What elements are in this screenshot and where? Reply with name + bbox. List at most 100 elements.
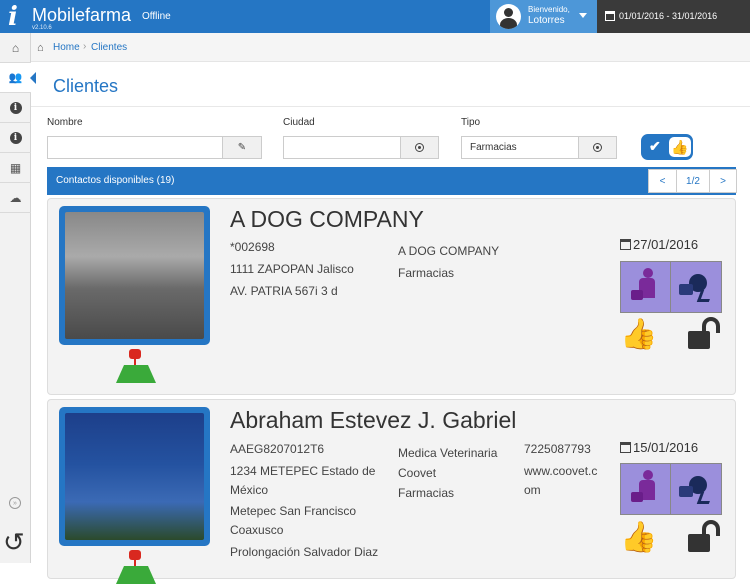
app-version: v2.10.6 [32,25,52,31]
client-business-name: A DOG COMPANY [398,244,500,258]
results-count: Contactos disponibles (19) [56,175,175,186]
client-address-3: Prolongación Salvador Diaz [230,545,379,559]
thumbs-up-icon[interactable]: 👍 [620,317,657,352]
client-website[interactable]: www.coovet.c [524,461,597,481]
tipo-select-button[interactable] [578,136,617,159]
visit-icon[interactable] [621,464,671,514]
client-address-2: Metepec San Francisco [230,504,357,518]
nombre-input[interactable] [47,136,223,159]
sidebar-item-info-2[interactable]: i [0,123,31,153]
client-date: 27/01/2016 [620,237,698,252]
sidebar-collapse-button[interactable]: » [9,497,21,509]
date-range-selector[interactable]: 01/01/2016 - 31/01/2016 [597,0,750,33]
tipo-label: Tipo [461,117,481,128]
users-icon: 👥 [8,72,23,84]
page-title: Clientes [53,76,119,96]
refresh-icon[interactable]: ↺ [3,527,25,558]
target-icon [593,143,602,152]
client-address-2: AV. PATRIA 567i 3 d [230,284,338,298]
client-address-1: 1111 ZAPOPAN Jalisco [230,262,354,276]
tipo-input[interactable]: Farmacias [461,136,579,159]
app-logo[interactable]: i Mobilefarma Offline v2.10.6 [6,2,206,32]
breadcrumb: ⌂ Home › Clientes [31,33,750,62]
thumbs-up-icon: 👍 [669,137,691,157]
sidebar-item-home[interactable]: ⌂ [0,33,31,63]
favorites-toggle[interactable]: ✔ 👍 [641,134,693,160]
top-bar: i Mobilefarma Offline v2.10.6 Bienvenido… [0,0,750,33]
client-date: 15/01/2016 [620,440,698,455]
visit-status-icons [620,261,722,313]
welcome-text: Bienvenido, [528,5,570,14]
client-phone[interactable]: 7225087793 [524,439,591,459]
ciudad-input[interactable] [283,136,401,159]
calendar-icon: ▦ [9,160,22,175]
sidebar-item-sync[interactable]: ☁ [0,183,31,213]
ciudad-select-button[interactable] [400,136,439,159]
info-icon: i [9,131,22,144]
unlock-icon[interactable] [688,520,724,556]
chevron-down-icon [579,13,587,18]
client-photo[interactable] [59,206,210,345]
client-business-name-b: Coovet [398,466,437,480]
breadcrumb-current-link[interactable]: Clientes [91,42,127,53]
client-photo-image [65,413,204,540]
visit-status-icons [620,463,722,515]
cloud-upload-icon: ☁ [9,190,22,205]
calendar-icon [620,442,631,453]
client-website-b[interactable]: om [524,480,541,500]
home-icon: ⌂ [37,42,44,54]
pager-page: 1/2 [677,170,710,192]
nombre-label: Nombre [47,117,83,128]
thumbs-up-icon[interactable]: 👍 [620,520,657,555]
username: Lotorres [528,15,565,26]
calendar-icon [605,11,615,21]
sidebar-item-info[interactable]: i [0,93,31,123]
divider [31,106,750,107]
map-pin-icon[interactable] [114,550,156,586]
home-icon: ⌂ [11,40,20,55]
client-photo-image [65,212,204,339]
client-date-text: 15/01/2016 [633,440,699,455]
sidebar-item-calendar[interactable]: ▦ [0,153,31,183]
target-icon [415,143,424,152]
client-photo[interactable] [59,407,210,546]
logo-letter: i [8,2,18,32]
sidebar: ⌂ 👥 i i ▦ ☁ » ↺ [0,33,36,563]
client-address-1: 1234 METEPEC Estado de [230,464,376,478]
breadcrumb-separator: › [83,41,87,52]
client-name: Abraham Estevez J. Gabriel [230,407,517,433]
pager-prev-button[interactable]: < [649,170,677,192]
ciudad-label: Ciudad [283,117,315,128]
client-code: *002698 [230,240,275,254]
connection-status: Offline [142,11,171,22]
info-icon: i [9,101,22,114]
nombre-edit-button[interactable]: ✎ [222,136,262,159]
client-type: Farmacias [398,486,455,500]
client-business-name: Medica Veterinaria [398,446,498,460]
app-name: Mobilefarma [32,5,132,25]
unlock-icon[interactable] [688,317,724,353]
date-range-text: 01/01/2016 - 31/01/2016 [619,11,718,21]
sidebar-item-clients[interactable]: 👥 [0,63,36,93]
check-icon: ✔ [649,138,661,154]
client-card[interactable]: Abraham Estevez J. Gabriel AAEG8207012T6… [47,399,736,584]
client-name: A DOG COMPANY [230,206,424,232]
client-type: Farmacias [398,266,455,280]
hurry-icon[interactable] [671,464,721,514]
visit-icon[interactable] [621,262,671,312]
map-pin-icon[interactable] [114,349,156,385]
edit-icon: ✎ [237,142,247,153]
active-indicator [30,72,36,84]
user-menu[interactable]: Bienvenido, Lotorres [490,0,597,33]
client-card[interactable]: A DOG COMPANY *002698 1111 ZAPOPAN Jalis… [47,198,736,395]
avatar [496,4,521,29]
breadcrumb-home-link[interactable]: Home [53,42,80,53]
hurry-icon[interactable] [671,262,721,312]
client-address-2b: Coaxusco [230,523,284,537]
client-code: AAEG8207012T6 [230,442,325,456]
client-date-text: 27/01/2016 [633,237,699,252]
pager: < 1/2 > [648,169,737,193]
pager-next-button[interactable]: > [710,170,736,192]
results-header: Contactos disponibles (19) < 1/2 > [47,167,737,195]
calendar-icon [620,239,631,250]
